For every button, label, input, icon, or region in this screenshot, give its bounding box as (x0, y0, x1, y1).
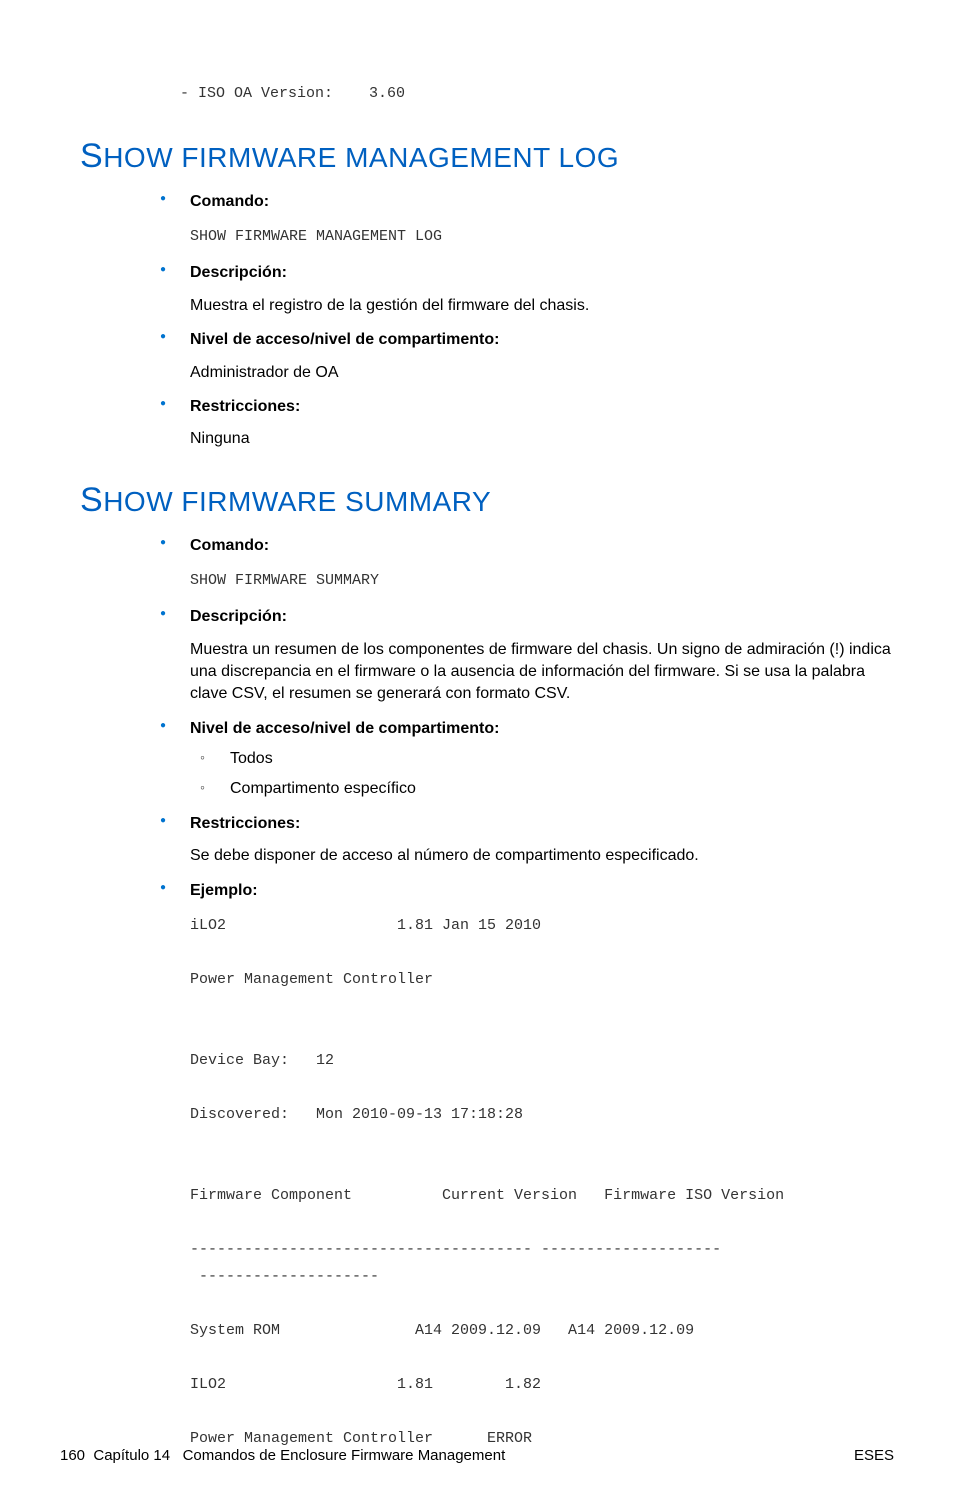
heading1-rest: HOW FIRMWARE MANAGEMENT LOG (103, 142, 619, 173)
descripcion-value: Muestra el registro de la gestión del fi… (190, 295, 894, 317)
nivel-sub-compartimento: Compartimento específico (190, 778, 894, 800)
footer-left: 160 Capítulo 14 Comandos de Enclosure Fi… (60, 1447, 505, 1464)
nivel-sublist: Todos Compartimento específico (190, 748, 894, 801)
footer-right: ESES (854, 1447, 894, 1464)
restricciones-value: Ninguna (190, 428, 894, 450)
nivel-label: Nivel de acceso/nivel de compartimento: (190, 331, 499, 348)
restricciones-label: Restricciones: (190, 815, 300, 832)
nivel-value: Administrador de OA (190, 362, 894, 384)
heading1-first-letter: S (80, 137, 103, 175)
section2-comando: Comando: SHOW FIRMWARE SUMMARY (160, 535, 894, 594)
footer-page-num: 160 (60, 1447, 85, 1464)
section1-nivel: Nivel de acceso/nivel de compartimento: … (160, 329, 894, 384)
footer-chapter: Capítulo 14 Comandos de Enclosure Firmwa… (93, 1447, 505, 1464)
restricciones-value: Se debe disponer de acceso al número de … (190, 845, 894, 867)
page-footer: 160 Capítulo 14 Comandos de Enclosure Fi… (60, 1447, 894, 1464)
iso-oa-version-line: - ISO OA Version: 3.60 (180, 80, 894, 107)
ejemplo-label: Ejemplo: (190, 882, 258, 899)
comando-value: SHOW FIRMWARE SUMMARY (190, 567, 894, 594)
comando-label: Comando: (190, 537, 269, 554)
section1-descripcion: Descripción: Muestra el registro de la g… (160, 262, 894, 317)
heading2-first-letter: S (80, 481, 103, 519)
heading-show-firmware-summary: SHOW FIRMWARE SUMMARY (80, 481, 894, 520)
section2-ejemplo: Ejemplo: iLO2 1.81 Jan 15 2010 Power Man… (160, 880, 894, 1452)
section2-descripcion: Descripción: Muestra un resumen de los c… (160, 606, 894, 706)
restricciones-label: Restricciones: (190, 398, 300, 415)
descripcion-label: Descripción: (190, 608, 287, 625)
page: - ISO OA Version: 3.60 SHOW FIRMWARE MAN… (0, 0, 954, 1504)
ejemplo-block: iLO2 1.81 Jan 15 2010 Power Management C… (190, 912, 894, 1452)
nivel-label: Nivel de acceso/nivel de compartimento: (190, 720, 499, 737)
section2-restricciones: Restricciones: Se debe disponer de acces… (160, 813, 894, 868)
heading-show-firmware-management-log: SHOW FIRMWARE MANAGEMENT LOG (80, 137, 894, 176)
section2-list: Comando: SHOW FIRMWARE SUMMARY Descripci… (160, 535, 894, 1452)
nivel-sub-todos: Todos (190, 748, 894, 770)
section1-list: Comando: SHOW FIRMWARE MANAGEMENT LOG De… (160, 191, 894, 451)
section1-restricciones: Restricciones: Ninguna (160, 396, 894, 451)
section1-comando: Comando: SHOW FIRMWARE MANAGEMENT LOG (160, 191, 894, 250)
section2-nivel: Nivel de acceso/nivel de compartimento: … (160, 718, 894, 801)
descripcion-label: Descripción: (190, 264, 287, 281)
descripcion-value: Muestra un resumen de los componentes de… (190, 639, 894, 706)
heading2-rest: HOW FIRMWARE SUMMARY (103, 486, 491, 517)
comando-value: SHOW FIRMWARE MANAGEMENT LOG (190, 223, 894, 250)
comando-label: Comando: (190, 193, 269, 210)
